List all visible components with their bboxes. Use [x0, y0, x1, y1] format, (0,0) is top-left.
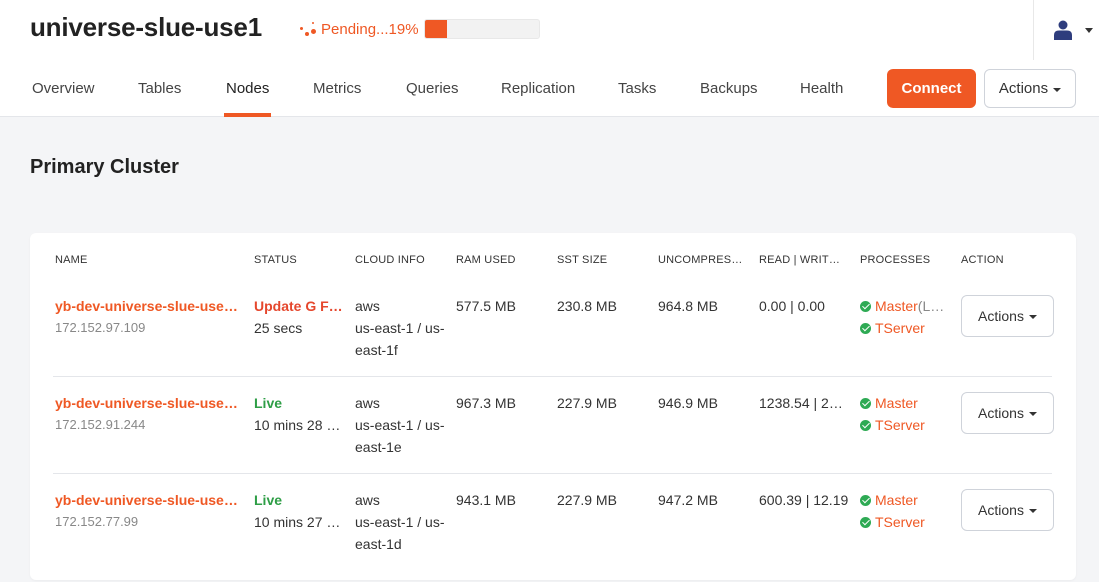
process-tserver[interactable]: TServer: [860, 317, 955, 339]
table-row: yb-dev-universe-slue-use1-n2 172.152.91.…: [53, 377, 1054, 474]
column-header-sst-size: SST SIZE: [557, 254, 608, 266]
row-actions-button[interactable]: Actions: [961, 392, 1054, 434]
process-master[interactable]: Master: [860, 392, 955, 414]
node-ip: 172.152.77.99: [55, 514, 139, 529]
column-header-ram-used: RAM USED: [456, 254, 516, 266]
universe-title: universe-slue-use1: [30, 12, 262, 42]
status-duration: 10 mins 28 secs: [254, 417, 344, 433]
cloud-info: aws us-east-1 / us- east-1e: [355, 395, 445, 455]
sst-size: 227.9 MB: [557, 492, 617, 508]
tab-tables[interactable]: Tables: [138, 80, 181, 97]
status-text: Live: [254, 395, 283, 411]
tab-replication[interactable]: Replication: [501, 80, 575, 97]
process-master[interactable]: Master: [860, 489, 955, 511]
pending-indicator: Pending...19%: [297, 18, 419, 40]
status-duration: 25 secs: [254, 320, 303, 336]
ram-used: 577.5 MB: [456, 298, 516, 314]
connect-button[interactable]: Connect: [887, 69, 976, 108]
actions-dropdown-button[interactable]: Actions: [984, 69, 1076, 108]
row-actions-button[interactable]: Actions: [961, 489, 1054, 531]
read-write-ops: 1238.54 | 27.56: [759, 395, 849, 411]
pending-text: Pending...19%: [321, 20, 419, 38]
read-write-ops: 0.00 | 0.00: [759, 298, 825, 314]
column-header-status: STATUS: [254, 254, 297, 266]
tab-health[interactable]: Health: [800, 80, 843, 97]
column-header-processes: PROCESSES: [860, 254, 931, 266]
status-text: Live: [254, 492, 283, 508]
column-header-cloud-info: CLOUD INFO: [355, 254, 425, 266]
tab-metrics[interactable]: Metrics: [313, 80, 361, 97]
user-menu[interactable]: [1033, 0, 1099, 60]
active-tab-indicator: [224, 113, 271, 117]
uncompressed-sst-size: 964.8 MB: [658, 298, 718, 314]
caret-down-icon: [1028, 509, 1037, 513]
read-write-ops: 600.39 | 12.19: [759, 492, 849, 508]
actions-label: Actions: [998, 80, 1049, 97]
section-title: Primary Cluster: [30, 156, 179, 178]
tab-tasks[interactable]: Tasks: [618, 80, 656, 97]
node-ip: 172.152.91.244: [55, 417, 146, 432]
ram-used: 943.1 MB: [456, 492, 516, 508]
spinner-icon: [297, 18, 319, 40]
tab-overview[interactable]: Overview: [32, 80, 95, 97]
uncompressed-sst-size: 947.2 MB: [658, 492, 718, 508]
caret-down-icon: [1053, 87, 1062, 92]
processes: Master TServer: [860, 489, 955, 533]
process-master[interactable]: Master (Leader): [860, 295, 955, 317]
sst-size: 227.9 MB: [557, 395, 617, 411]
check-circle-icon: [860, 322, 871, 334]
ram-used: 967.3 MB: [456, 395, 516, 411]
column-header-action: ACTION: [961, 254, 1004, 266]
check-circle-icon: [860, 397, 871, 409]
node-name-link[interactable]: yb-dev-universe-slue-use1-n3: [55, 489, 245, 511]
nodes-table-card: NAME STATUS CLOUD INFO RAM USED SST SIZE…: [30, 233, 1076, 580]
column-header-uncompressed-sst: UNCOMPRESSED SST SIZE: [658, 254, 746, 266]
node-ip: 172.152.97.109: [55, 320, 146, 335]
cloud-info: aws us-east-1 / us- east-1f: [355, 298, 445, 358]
tab-backups[interactable]: Backups: [700, 80, 758, 97]
node-name-link[interactable]: yb-dev-universe-slue-use1-n2: [55, 392, 245, 414]
row-actions-button[interactable]: Actions: [961, 295, 1054, 337]
column-header-read-write: READ | WRITE OPS/SEC: [759, 254, 847, 266]
status-duration: 10 mins 27 secs: [254, 514, 344, 530]
check-circle-icon: [860, 516, 871, 528]
chevron-down-icon[interactable]: [1085, 28, 1093, 33]
sst-size: 230.8 MB: [557, 298, 617, 314]
cloud-info: aws us-east-1 / us- east-1d: [355, 492, 445, 552]
progress-fill: [425, 20, 447, 38]
pending-progress-bar: [424, 19, 540, 39]
processes: Master (Leader) TServer: [860, 295, 955, 339]
top-header: universe-slue-use1 Pending...19% Overvie…: [0, 0, 1099, 117]
status-text: Update G Flags: [254, 298, 346, 314]
check-circle-icon: [860, 419, 871, 431]
caret-down-icon: [1028, 315, 1037, 319]
tab-queries[interactable]: Queries: [406, 80, 459, 97]
tab-nodes[interactable]: Nodes: [226, 80, 269, 97]
process-tserver[interactable]: TServer: [860, 511, 955, 533]
table-row: yb-dev-universe-slue-use1-n1 172.152.97.…: [53, 280, 1054, 377]
user-icon[interactable]: [1054, 20, 1072, 40]
caret-down-icon: [1028, 412, 1037, 416]
check-circle-icon: [860, 300, 871, 312]
processes: Master TServer: [860, 392, 955, 436]
table-row: yb-dev-universe-slue-use1-n3 172.152.77.…: [53, 474, 1054, 571]
check-circle-icon: [860, 494, 871, 506]
node-name-link[interactable]: yb-dev-universe-slue-use1-n1: [55, 295, 245, 317]
column-header-name: NAME: [55, 254, 88, 266]
process-tserver[interactable]: TServer: [860, 414, 955, 436]
uncompressed-sst-size: 946.9 MB: [658, 395, 718, 411]
